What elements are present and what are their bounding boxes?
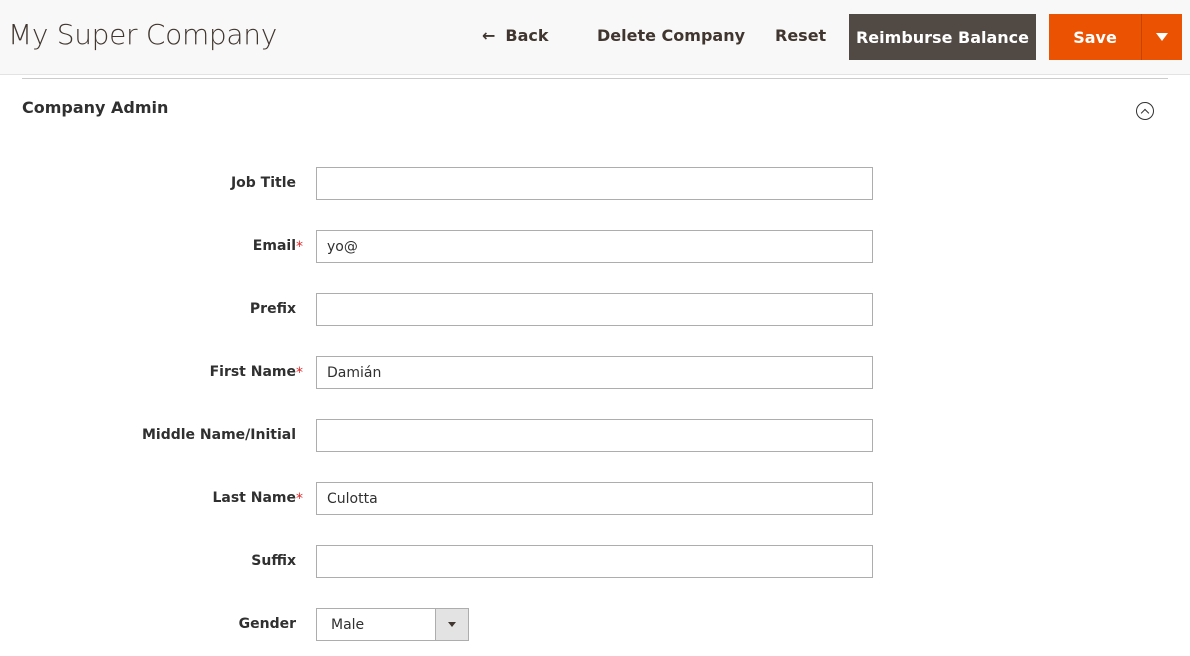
caret-down-icon (1156, 33, 1168, 41)
field-label: First Name (209, 364, 296, 380)
field-gender: Gender Male (0, 608, 900, 641)
field-label: Prefix (249, 301, 296, 317)
save-button[interactable]: Save (1049, 14, 1141, 60)
collapse-section-button[interactable] (1136, 102, 1154, 120)
required-mark: * (296, 491, 303, 507)
field-email: Email * (0, 230, 900, 263)
job-title-input[interactable] (316, 167, 873, 200)
page-title: My Super Company (8, 18, 277, 51)
field-label: Middle Name/Initial (141, 427, 296, 443)
email-input[interactable] (316, 230, 873, 263)
page-header: My Super Company ← Back Delete Company Re… (0, 0, 1190, 75)
field-first-name: First Name * (0, 356, 900, 389)
section-title[interactable]: Company Admin (22, 98, 168, 117)
back-button[interactable]: ← Back (482, 26, 549, 45)
reimburse-balance-button[interactable]: Reimburse Balance (849, 14, 1036, 60)
chevron-up-icon (1140, 108, 1150, 117)
middle-name-input[interactable] (316, 419, 873, 452)
suffix-input[interactable] (316, 545, 873, 578)
first-name-input[interactable] (316, 356, 873, 389)
select-arrow[interactable] (435, 609, 468, 640)
back-arrow-icon: ← (482, 26, 496, 45)
field-label: Email (252, 238, 296, 254)
field-label: Last Name (212, 490, 296, 506)
field-label: Job Title (230, 175, 296, 191)
save-options-toggle[interactable] (1141, 14, 1182, 60)
delete-company-button[interactable]: Delete Company (597, 26, 745, 45)
required-mark: * (296, 239, 303, 255)
reset-button[interactable]: Reset (775, 26, 826, 45)
caret-down-icon (448, 622, 456, 627)
section-divider (22, 78, 1168, 79)
field-suffix: Suffix (0, 545, 900, 578)
gender-selected-value: Male (331, 617, 365, 633)
back-label: Back (505, 26, 549, 45)
field-middle-name: Middle Name/Initial (0, 419, 900, 452)
gender-select[interactable]: Male (316, 608, 469, 641)
field-label: Gender (238, 616, 296, 632)
field-label: Suffix (251, 553, 296, 569)
field-last-name: Last Name * (0, 482, 900, 515)
prefix-input[interactable] (316, 293, 873, 326)
field-job-title: Job Title (0, 167, 900, 200)
required-mark: * (296, 365, 303, 381)
last-name-input[interactable] (316, 482, 873, 515)
field-prefix: Prefix (0, 293, 900, 326)
